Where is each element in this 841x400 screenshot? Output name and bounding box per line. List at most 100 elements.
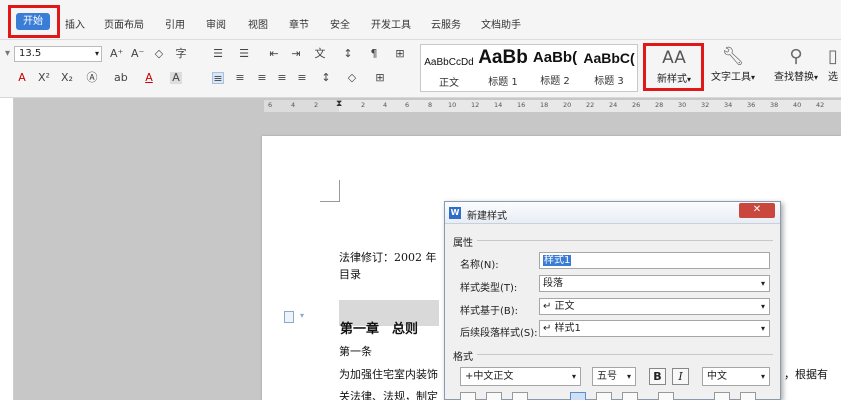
paragraph-text-right: ，根据有 bbox=[784, 368, 828, 381]
style-name-input[interactable]: 样式1 bbox=[539, 252, 770, 269]
tab-view[interactable]: 视图 bbox=[248, 16, 268, 31]
pinyin-icon[interactable]: 字 bbox=[175, 48, 187, 60]
font-color-icon[interactable]: A bbox=[143, 72, 155, 84]
new-style-dialog: W 新建样式 ✕ 属性 名称(N): 样式1 样式类型(T): 段落 ▾ 样式基… bbox=[444, 201, 781, 400]
subscript-icon[interactable]: X₂ bbox=[61, 72, 73, 84]
text-tools-button[interactable]: 🔧︎ 文字工具▾ bbox=[708, 46, 758, 83]
clear-format-icon[interactable]: ◇ bbox=[153, 48, 165, 60]
increase-indent-icon[interactable]: ⇥ bbox=[290, 48, 302, 60]
find-replace-button[interactable]: ⚲ 查找替换▾ bbox=[770, 46, 822, 83]
article-heading: 第一条 bbox=[339, 345, 372, 358]
tab-developer[interactable]: 开发工具 bbox=[371, 16, 411, 31]
tab-sections[interactable]: 章节 bbox=[289, 16, 309, 31]
indent-decrease-button[interactable] bbox=[714, 392, 730, 400]
indent-marker-icon[interactable]: ⧗ bbox=[336, 99, 342, 109]
dialog-title-bar[interactable]: W 新建样式 ✕ bbox=[445, 202, 780, 224]
style-gallery[interactable]: AaBbCcDd 正文 AaBb 标题 1 AaBb( 标题 2 AaBbC( … bbox=[420, 44, 638, 92]
line-spacing-single-button[interactable] bbox=[622, 392, 638, 400]
vertical-ruler bbox=[0, 98, 14, 400]
numbered-list-icon[interactable]: ☰ bbox=[238, 48, 250, 60]
following-style-select[interactable]: ↵ 样式1 ▾ bbox=[539, 320, 770, 337]
text-effect-icon[interactable]: Ⓐ bbox=[86, 72, 98, 84]
format-section-label: 格式 bbox=[453, 352, 473, 363]
based-on-label: 样式基于(B): bbox=[460, 306, 519, 317]
shading-icon[interactable]: ◇ bbox=[346, 72, 358, 84]
chevron-down-icon[interactable]: ▾ bbox=[300, 311, 304, 320]
font-size-combo[interactable]: ▾ 13.5 ▾ bbox=[5, 46, 102, 62]
table-icon[interactable]: ⊞ bbox=[394, 48, 406, 60]
superscript-icon[interactable]: X² bbox=[38, 72, 50, 84]
tab-doc-assistant[interactable]: 文档助手 bbox=[481, 16, 521, 31]
style-heading-1[interactable]: AaBb 标题 1 bbox=[477, 47, 529, 91]
tab-home-highlight bbox=[8, 5, 60, 38]
distributed-button[interactable] bbox=[596, 392, 612, 400]
align-right-icon[interactable]: ≡ bbox=[256, 72, 268, 84]
chevron-down-icon: ▾ bbox=[813, 73, 818, 82]
bullet-list-icon[interactable]: ☰ bbox=[212, 48, 224, 60]
style-type-select[interactable]: 段落 ▾ bbox=[539, 275, 770, 292]
chevron-down-icon[interactable]: ▾ bbox=[95, 47, 99, 61]
show-marks-icon[interactable]: ¶ bbox=[368, 48, 380, 60]
chevron-down-icon: ▾ bbox=[760, 279, 765, 288]
tab-security[interactable]: 安全 bbox=[330, 16, 350, 31]
sort-icon[interactable]: ↕ bbox=[342, 48, 354, 60]
toc-heading: 目录 bbox=[339, 268, 361, 281]
highlight-icon[interactable]: ab bbox=[114, 72, 128, 84]
style-heading-2[interactable]: AaBb( 标题 2 bbox=[529, 47, 581, 91]
borders-icon[interactable]: ⊞ bbox=[374, 72, 386, 84]
chevron-down-icon: ▾ bbox=[760, 324, 765, 333]
chevron-down-icon: ▾ bbox=[760, 302, 765, 311]
shrink-font-icon[interactable]: A⁻ bbox=[131, 48, 144, 60]
chevron-down-icon: ▾ bbox=[760, 372, 765, 381]
paragraph-text-line2: 关法律、法规，制定 bbox=[339, 390, 438, 400]
horizontal-ruler[interactable]: 6 4 2 ⧗ 2 4 6 8 10 12 14 16 18 20 22 24 … bbox=[264, 99, 841, 112]
select-button[interactable]: ▯ 选 bbox=[826, 46, 840, 83]
decrease-indent-icon[interactable]: ⇤ bbox=[268, 48, 280, 60]
italic-button[interactable]: I bbox=[672, 368, 689, 385]
align-left-button[interactable] bbox=[460, 392, 476, 400]
indent-increase-button[interactable] bbox=[740, 392, 756, 400]
paragraph-text: 为加强住宅室内装饰 bbox=[339, 368, 438, 381]
chinese-layout-icon[interactable]: 文 bbox=[314, 48, 326, 60]
chevron-down-icon: ▾ bbox=[626, 372, 631, 381]
document-icon[interactable] bbox=[284, 311, 294, 323]
bold-button[interactable]: B bbox=[649, 368, 666, 385]
tab-insert[interactable]: 插入 bbox=[65, 16, 85, 31]
grow-font-icon[interactable]: A⁺ bbox=[110, 48, 123, 60]
style-heading-3[interactable]: AaBbC( 标题 3 bbox=[583, 47, 635, 91]
line-spacing-icon[interactable]: ↕ bbox=[320, 72, 332, 84]
font-size-select[interactable]: 五号 ▾ bbox=[592, 367, 636, 386]
based-on-select[interactable]: ↵ 正文 ▾ bbox=[539, 298, 770, 315]
align-left-icon[interactable]: ≡ bbox=[212, 72, 224, 85]
font-name-select[interactable]: +中文正文 ▾ bbox=[460, 367, 581, 386]
justify-icon[interactable]: ≡ bbox=[276, 72, 288, 84]
menu-bar: 开始 插入 页面布局 引用 审阅 视图 章节 安全 开发工具 云服务 文档助手 bbox=[0, 0, 841, 40]
tab-review[interactable]: 审阅 bbox=[206, 16, 226, 31]
align-center-icon[interactable]: ≡ bbox=[234, 72, 246, 84]
following-style-label: 后续段落样式(S): bbox=[460, 328, 538, 339]
tab-cloud-service[interactable]: 云服务 bbox=[431, 16, 461, 31]
style-type-label: 样式类型(T): bbox=[460, 283, 518, 294]
line-spacing-button[interactable] bbox=[658, 392, 674, 400]
tab-page-layout[interactable]: 页面布局 bbox=[104, 16, 144, 31]
properties-section-label: 属性 bbox=[453, 238, 473, 249]
align-right-button[interactable] bbox=[512, 392, 528, 400]
distributed-icon[interactable]: ≡ bbox=[296, 72, 308, 84]
wps-logo-icon: W bbox=[449, 207, 461, 219]
style-normal[interactable]: AaBbCcDd 正文 bbox=[423, 47, 475, 91]
align-center-button[interactable] bbox=[486, 392, 502, 400]
new-style-highlight bbox=[643, 43, 704, 91]
font-size-value: 13.5 bbox=[19, 48, 42, 59]
justify-button[interactable] bbox=[570, 392, 586, 400]
chevron-down-icon: ▾ bbox=[571, 372, 576, 381]
language-select[interactable]: 中文 ▾ bbox=[702, 367, 770, 386]
close-button[interactable]: ✕ bbox=[739, 203, 775, 218]
font-color-a-icon[interactable]: A bbox=[16, 72, 28, 84]
char-shading-icon[interactable]: A bbox=[170, 72, 182, 84]
combo-arrow-icon: ▾ bbox=[5, 48, 11, 59]
law-revision-text: 法律修订：2002 年 bbox=[339, 251, 437, 264]
magnifier-icon: ⚲ bbox=[789, 46, 803, 67]
chapter-heading: 第一章 总则 bbox=[340, 322, 419, 337]
name-label: 名称(N): bbox=[460, 260, 499, 271]
tab-references[interactable]: 引用 bbox=[165, 16, 185, 31]
